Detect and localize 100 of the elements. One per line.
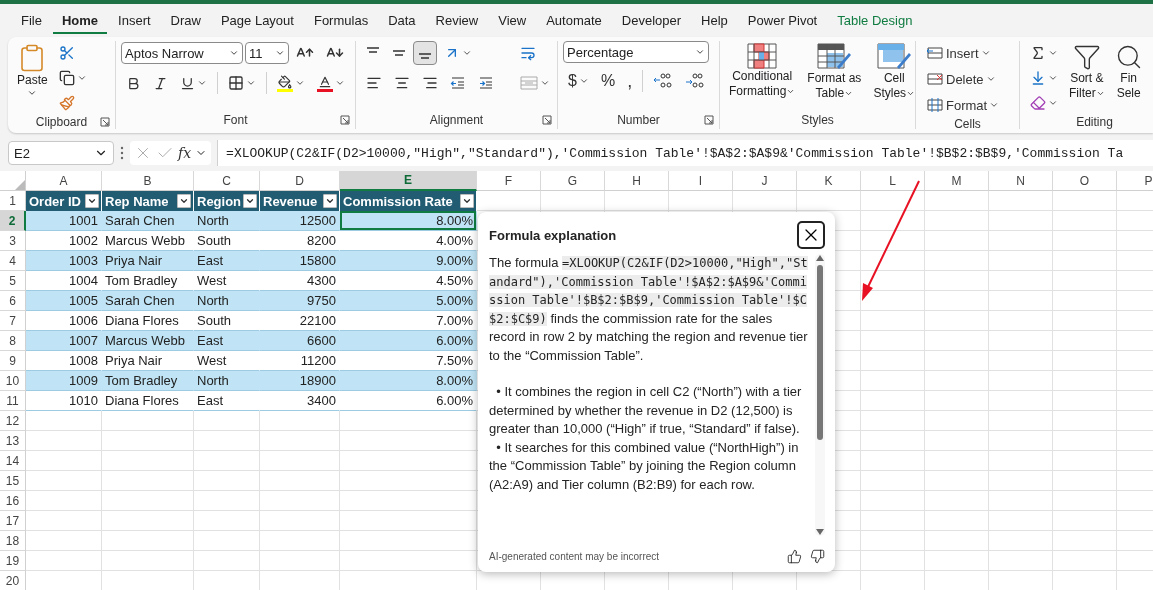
column-header[interactable]: I [669, 171, 733, 191]
font-size-field[interactable]: 11 [245, 42, 289, 64]
ribbon-tab[interactable]: File [12, 8, 51, 34]
row-header[interactable]: 3 [0, 231, 26, 251]
editing-button[interactable]: Sort & Filter [1065, 41, 1109, 103]
scroll-up-icon[interactable] [816, 254, 824, 262]
cells-button[interactable]: Insert [921, 41, 1005, 65]
empty-cell [541, 191, 605, 211]
vertical-align-button[interactable] [413, 41, 437, 65]
row-header[interactable]: 1 [0, 191, 26, 211]
scroll-thumb[interactable] [817, 265, 823, 440]
ribbon-tab[interactable]: Review [426, 8, 488, 34]
dialog-launcher-icon[interactable] [704, 115, 714, 125]
style-button[interactable]: Cell Styles [869, 41, 920, 103]
group-label: Styles [801, 113, 834, 127]
column-header[interactable]: N [989, 171, 1053, 191]
empty-cell [925, 351, 989, 371]
ribbon-tab[interactable]: Formulas [304, 8, 378, 34]
row-header[interactable]: 4 [0, 251, 26, 271]
column-header[interactable]: B [102, 171, 194, 191]
dialog-launcher-icon[interactable] [100, 117, 110, 127]
row-header[interactable]: 14 [0, 451, 26, 471]
scrollbar[interactable] [815, 254, 825, 536]
ribbon-tab[interactable]: Table Design [828, 8, 922, 34]
column-header[interactable]: F [477, 171, 541, 191]
ribbon-tab[interactable]: Data [379, 8, 425, 34]
comma-button[interactable]: , [622, 69, 638, 93]
number-format-field[interactable]: Percentage [563, 41, 709, 63]
more-icon[interactable] [120, 146, 124, 160]
column-header[interactable]: H [605, 171, 669, 191]
column-header[interactable]: D [260, 171, 340, 191]
dialog-launcher-icon[interactable] [542, 115, 552, 125]
filter-button[interactable] [177, 194, 191, 208]
ribbon-tab[interactable]: Automate [537, 8, 611, 34]
table-cell: North [194, 291, 260, 311]
ribbon-tab[interactable]: Developer [612, 8, 691, 34]
row-header[interactable]: 12 [0, 411, 26, 431]
row-header[interactable]: 8 [0, 331, 26, 351]
decimal-icon [685, 72, 706, 90]
empty-cell [194, 491, 260, 511]
dialog-launcher-icon[interactable] [340, 115, 350, 125]
column-header[interactable]: O [1053, 171, 1117, 191]
row-header[interactable]: 16 [0, 491, 26, 511]
cells-button[interactable]: Delete [921, 67, 1005, 91]
ribbon-tab[interactable]: Draw [161, 8, 210, 34]
currency-button[interactable]: $ [563, 69, 594, 93]
ribbon-tab[interactable]: Help [692, 8, 737, 34]
style-button[interactable]: Format as Table [803, 41, 866, 103]
empty-cell [1053, 531, 1117, 551]
align-lines-icon [366, 47, 380, 53]
font-name-field[interactable]: Aptos Narrow [121, 42, 243, 64]
thumbs-up-icon[interactable] [787, 549, 802, 564]
scroll-down-icon[interactable] [816, 528, 824, 536]
ribbon-tab[interactable]: Insert [109, 8, 160, 34]
filter-button[interactable] [85, 194, 99, 208]
style-button[interactable]: Conditional Formatting [725, 41, 800, 101]
caret-icon [786, 87, 796, 96]
cell-styles-icon [877, 43, 912, 71]
header-label: Commission Rate [343, 193, 453, 209]
row-header[interactable]: 10 [0, 371, 26, 391]
caret-icon [1048, 73, 1058, 83]
close-button[interactable] [797, 221, 825, 249]
row-header[interactable]: 6 [0, 291, 26, 311]
row-header[interactable]: 13 [0, 431, 26, 451]
row-header[interactable]: 17 [0, 511, 26, 531]
ribbon-tab[interactable]: Home [52, 8, 108, 34]
name-box[interactable]: E2 [8, 141, 114, 165]
formula-field[interactable]: =XLOOKUP(C2&IF(D2>10000,"High","Standard"),'Commission Table'!$A$2:$A$9&'Commission Table'!$B$2:$B$9,'Commission Ta [217, 140, 1153, 166]
column-header[interactable]: C [194, 171, 260, 191]
row-header[interactable]: 15 [0, 471, 26, 491]
column-header[interactable]: M [925, 171, 989, 191]
row-header[interactable]: 18 [0, 531, 26, 551]
filter-button[interactable] [460, 194, 474, 208]
cells-button[interactable]: Format [921, 93, 1005, 117]
row-header[interactable]: 5 [0, 271, 26, 291]
insert-function-button[interactable]: fx [178, 145, 192, 161]
row-header[interactable]: 19 [0, 551, 26, 571]
column-header[interactable]: L [861, 171, 925, 191]
caret-icon [462, 196, 472, 206]
column-header[interactable]: K [797, 171, 861, 191]
column-header[interactable]: E [340, 171, 477, 191]
editing-button[interactable]: Fin Sele [1110, 41, 1147, 103]
empty-cell [1053, 551, 1117, 571]
thumbs-down-icon[interactable] [810, 549, 825, 564]
filter-button[interactable] [243, 194, 257, 208]
filter-button[interactable] [323, 194, 337, 208]
row-header[interactable]: 7 [0, 311, 26, 331]
percent-button[interactable]: % [595, 69, 621, 93]
empty-cell [925, 411, 989, 431]
row-header[interactable]: 9 [0, 351, 26, 371]
paste-button[interactable]: Paste [13, 41, 52, 100]
column-header[interactable]: G [541, 171, 605, 191]
row-header[interactable]: 2 [0, 211, 26, 231]
ribbon-tab[interactable]: Page Layout [211, 8, 303, 34]
ribbon-tab[interactable]: View [489, 8, 536, 34]
column-header[interactable]: A [26, 171, 102, 191]
row-header[interactable]: 11 [0, 391, 26, 411]
column-header[interactable]: J [733, 171, 797, 191]
empty-cell [925, 491, 989, 511]
ribbon-tab[interactable]: Power Pivot [738, 8, 827, 34]
